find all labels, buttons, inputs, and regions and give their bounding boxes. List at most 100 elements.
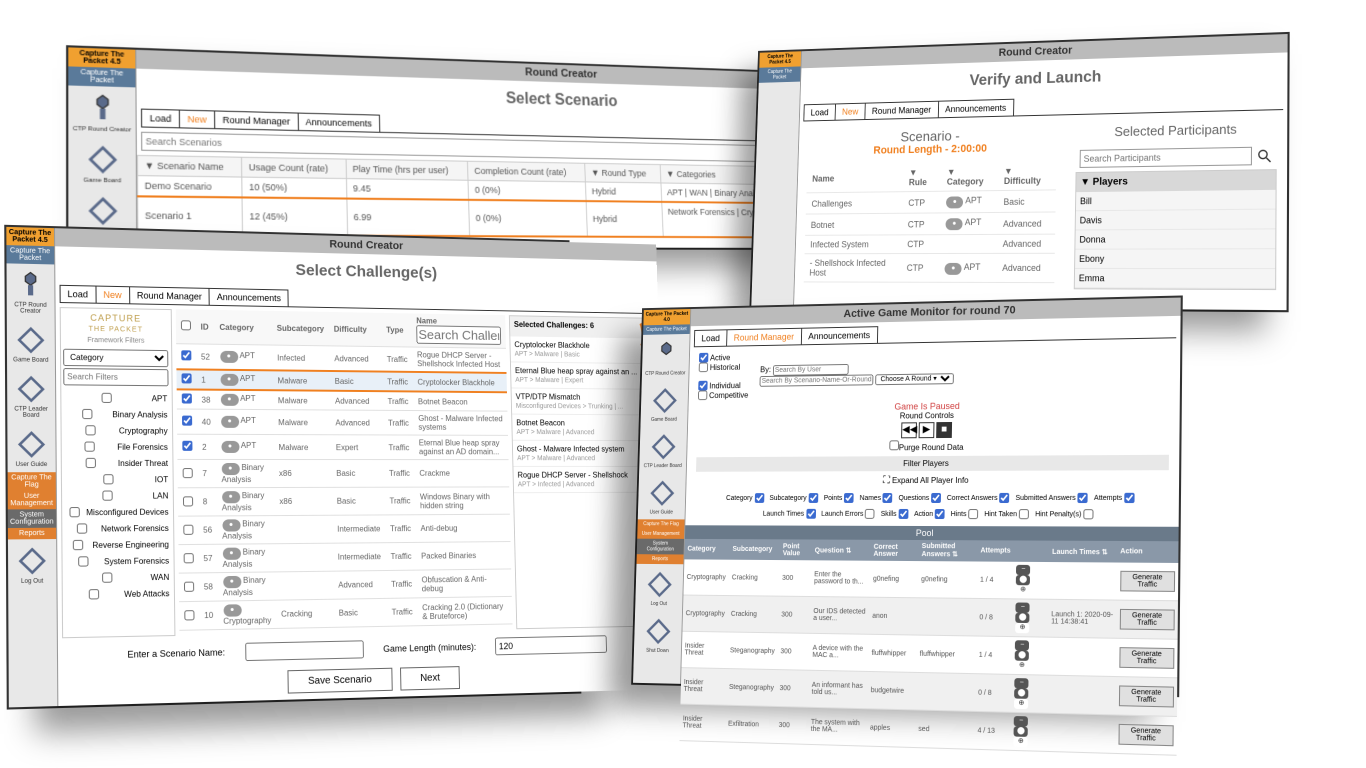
filter-item[interactable]: APT: [65, 389, 167, 406]
challenge-row[interactable]: 38● APTMalwareAdvancedTrafficBotnet Beac…: [176, 389, 507, 411]
user-guide-icon[interactable]: [16, 429, 48, 460]
column-toggle[interactable]: Attempts: [1094, 493, 1135, 503]
challenge-row[interactable]: 40● APTMalwareAdvancedTrafficGhost - Mal…: [177, 409, 509, 435]
filter-item[interactable]: WAN: [66, 569, 169, 587]
filter-item[interactable]: IOT: [66, 471, 169, 487]
col-type[interactable]: ▼ Round Type: [585, 163, 661, 183]
competitive-checkbox[interactable]: Competitive: [698, 390, 749, 400]
challenge-row[interactable]: 2● APTMalwareExpertTrafficEternal Blue h…: [177, 434, 509, 459]
category-select[interactable]: Category: [63, 349, 169, 367]
tab-manager[interactable]: Round Manager: [214, 110, 298, 130]
historical-checkbox[interactable]: Historical: [699, 362, 749, 372]
leader-board-icon[interactable]: [86, 195, 119, 227]
logout-icon[interactable]: [16, 545, 48, 576]
col-comp[interactable]: Completion Count (rate): [468, 161, 586, 182]
filter-item[interactable]: Web Attacks: [67, 585, 170, 603]
leader-board-icon[interactable]: [649, 432, 677, 461]
challenge-row[interactable]: 8● Binary Analysisx86BasicTrafficWindows…: [177, 487, 510, 516]
filter-item[interactable]: LAN: [66, 487, 169, 504]
skill-icon[interactable]: ⬤: [1014, 688, 1028, 699]
expand-icon[interactable]: ⊕: [1015, 623, 1029, 633]
ctp-creator-icon[interactable]: [86, 92, 119, 125]
tab-new[interactable]: New: [179, 110, 215, 129]
nav-reports[interactable]: Reports: [8, 528, 56, 540]
minus-icon[interactable]: −: [1016, 602, 1030, 612]
skill-icon[interactable]: ⬤: [1016, 575, 1030, 585]
filter-search-input[interactable]: [63, 368, 169, 386]
generate-traffic-button[interactable]: Generate Traffic: [1120, 571, 1175, 592]
shutdown-icon[interactable]: [644, 617, 672, 647]
column-toggle[interactable]: Hint Taken: [984, 509, 1029, 519]
next-button[interactable]: Next: [400, 666, 461, 690]
player-item[interactable]: Bill: [1076, 190, 1276, 211]
challenge-row[interactable]: 57● Binary AnalysisIntermediateTrafficPa…: [178, 542, 511, 574]
column-toggle[interactable]: Submitted Answers: [1015, 493, 1088, 503]
generate-traffic-button[interactable]: Generate Traffic: [1118, 724, 1174, 746]
generate-traffic-button[interactable]: Generate Traffic: [1119, 609, 1174, 630]
game-board-icon[interactable]: [15, 325, 46, 356]
expand-icon[interactable]: ⊕: [1016, 585, 1030, 595]
challenge-row[interactable]: 7● Binary Analysisx86BasicTrafficCrackme: [177, 459, 509, 487]
filter-item[interactable]: File Forensics: [65, 438, 168, 454]
minus-icon[interactable]: −: [1014, 716, 1028, 727]
expand-icon[interactable]: ⊕: [1015, 661, 1029, 672]
filter-item[interactable]: Insider Threat: [66, 455, 169, 471]
search-participants-input[interactable]: [1080, 147, 1252, 168]
play-button[interactable]: ▶: [919, 422, 935, 438]
nav-user-mgmt[interactable]: User Management: [8, 491, 56, 510]
expand-icon[interactable]: ⊕: [1014, 737, 1028, 748]
column-toggle[interactable]: Points: [824, 493, 854, 503]
filter-item[interactable]: Reverse Engineering: [66, 536, 169, 553]
column-toggle[interactable]: Hint Penalty(s): [1035, 509, 1094, 519]
tab-announcements[interactable]: Announcements: [297, 113, 380, 132]
player-item[interactable]: Emma: [1075, 269, 1275, 289]
game-board-icon[interactable]: [650, 386, 678, 415]
column-toggle[interactable]: Launch Errors: [821, 509, 875, 519]
ctp-creator-icon[interactable]: [15, 270, 46, 301]
pool-row[interactable]: CryptographyCracking300Enter the passwor…: [683, 559, 1178, 600]
generate-traffic-button[interactable]: Generate Traffic: [1119, 647, 1174, 669]
expand-all-checkbox[interactable]: ⛶ Expand All Player Info: [883, 476, 969, 485]
generate-traffic-button[interactable]: Generate Traffic: [1119, 685, 1175, 707]
filter-item[interactable]: Cryptography: [65, 422, 167, 439]
filter-item[interactable]: Misconfigured Devices: [66, 504, 169, 521]
col-name[interactable]: ▼ Scenario Name: [137, 155, 242, 177]
tab-load[interactable]: Load: [141, 109, 180, 128]
nav-sys-config[interactable]: System Configuration: [8, 509, 56, 528]
search-scenario-input[interactable]: [760, 374, 874, 386]
col-usage[interactable]: Usage Count (rate): [242, 157, 347, 178]
round-select[interactable]: Choose A Round ▾: [876, 373, 955, 385]
filter-item[interactable]: System Forensics: [66, 552, 169, 570]
minus-icon[interactable]: −: [1015, 640, 1029, 650]
game-length-input[interactable]: [495, 635, 607, 655]
challenge-row[interactable]: 56● Binary AnalysisIntermediateTrafficAn…: [178, 514, 511, 544]
user-guide-icon[interactable]: [648, 479, 676, 508]
challenge-row[interactable]: 52● APTInfectedAdvancedTrafficRogue DHCP…: [176, 344, 507, 373]
game-board-icon[interactable]: [86, 143, 119, 176]
column-toggle[interactable]: Names: [860, 493, 893, 503]
column-toggle[interactable]: Action: [914, 509, 945, 519]
stop-button[interactable]: ■: [936, 422, 952, 438]
filter-item[interactable]: Binary Analysis: [65, 406, 167, 423]
column-toggle[interactable]: Subcategory: [769, 493, 818, 503]
purge-checkbox[interactable]: Purge Round Data: [889, 443, 964, 452]
player-item[interactable]: Donna: [1075, 229, 1275, 249]
select-all-checkbox[interactable]: [181, 320, 191, 330]
minus-icon[interactable]: −: [1015, 678, 1029, 689]
column-toggle[interactable]: Questions: [898, 493, 941, 503]
ctp-creator-icon[interactable]: [652, 340, 680, 369]
player-item[interactable]: Davis: [1076, 210, 1276, 231]
nav-ctf[interactable]: Capture The Flag: [8, 472, 56, 491]
logout-icon[interactable]: [645, 570, 673, 600]
search-icon[interactable]: [1256, 147, 1273, 164]
skill-icon[interactable]: ⬤: [1016, 613, 1030, 623]
col-play[interactable]: Play Time (hrs per user): [346, 159, 468, 180]
leader-board-icon[interactable]: [15, 374, 46, 405]
column-toggle[interactable]: Hints: [951, 509, 979, 519]
skill-icon[interactable]: ⬤: [1015, 650, 1029, 660]
challenge-search-input[interactable]: [416, 325, 501, 345]
column-toggle[interactable]: Skills: [881, 509, 909, 519]
prev-button[interactable]: ◀◀: [901, 422, 917, 438]
filter-item[interactable]: Network Forensics: [66, 520, 169, 537]
expand-icon[interactable]: ⊕: [1014, 699, 1028, 710]
